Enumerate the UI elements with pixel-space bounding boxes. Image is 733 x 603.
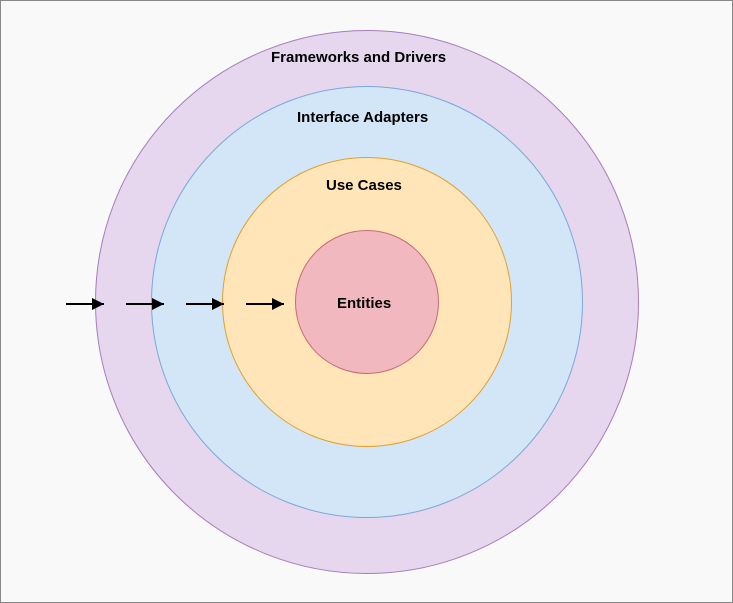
- label-frameworks-and-drivers: Frameworks and Drivers: [271, 49, 446, 66]
- dependency-arrows-icon: [64, 294, 324, 314]
- label-interface-adapters: Interface Adapters: [297, 109, 428, 126]
- label-use-cases: Use Cases: [326, 177, 402, 194]
- label-entities: Entities: [337, 295, 391, 312]
- diagram-frame: Frameworks and Drivers Interface Adapter…: [0, 0, 733, 603]
